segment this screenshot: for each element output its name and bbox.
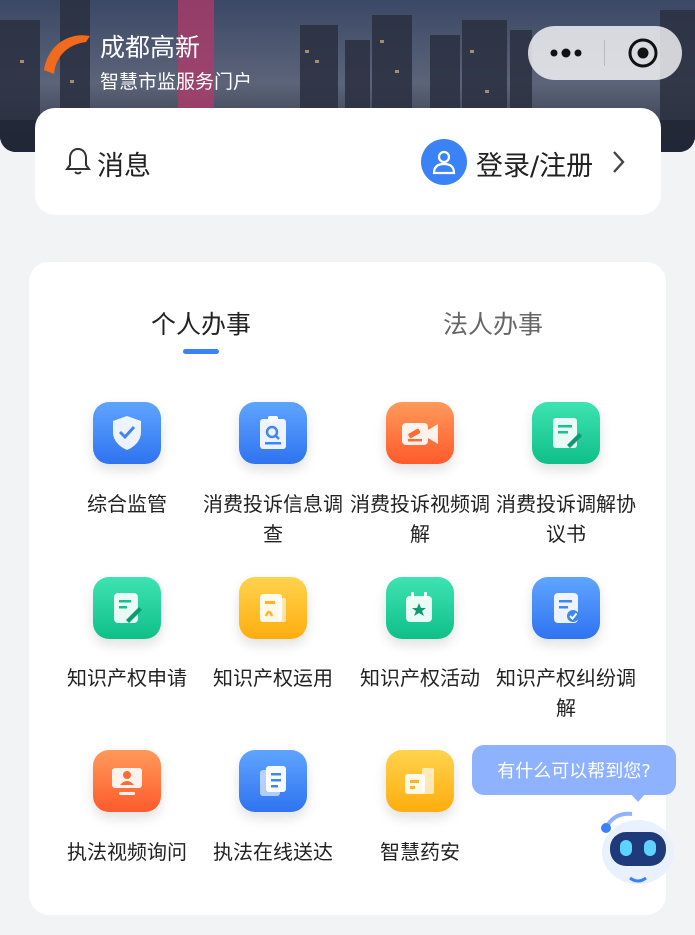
brand-name: 成都高新 xyxy=(100,33,201,62)
service-enforcement-online-delivery[interactable]: 执法在线送达 xyxy=(200,837,346,867)
active-tab-indicator xyxy=(183,349,219,354)
user-icon xyxy=(432,150,456,175)
service-smart-drug-safety[interactable]: 智慧药安 xyxy=(347,837,493,867)
patent-doc-icon[interactable] xyxy=(239,577,307,639)
more-button[interactable] xyxy=(528,26,604,80)
doc-check-icon[interactable] xyxy=(532,577,600,639)
message-link[interactable]: 消息 xyxy=(97,144,151,183)
bell-icon xyxy=(65,147,91,175)
files-icon[interactable] xyxy=(239,750,307,812)
service-enforcement-video-inquiry[interactable]: 执法视频询问 xyxy=(54,837,200,867)
miniprogram-capsule xyxy=(528,26,682,80)
tab-personal-affairs[interactable]: 个人办事 xyxy=(101,305,301,341)
close-miniprogram-button[interactable] xyxy=(605,26,681,80)
assistant-bubble[interactable]: 有什么可以帮到您? xyxy=(472,745,676,795)
bubble-tail xyxy=(630,793,646,802)
video-gavel-icon[interactable] xyxy=(386,402,454,464)
clipboard-search-icon[interactable] xyxy=(239,402,307,464)
service-complaint-info-survey[interactable]: 消费投诉信息调查 xyxy=(200,489,346,549)
edit-form-icon[interactable] xyxy=(93,577,161,639)
service-ip-utilization[interactable]: 知识产权运用 xyxy=(200,663,346,693)
chevron-right-icon[interactable] xyxy=(608,149,628,175)
service-ip-application[interactable]: 知识产权申请 xyxy=(54,663,200,693)
service-complaint-video-mediation[interactable]: 消费投诉视频调解 xyxy=(347,489,493,549)
document-sign-icon[interactable] xyxy=(532,402,600,464)
service-ip-activities[interactable]: 知识产权活动 xyxy=(347,663,493,693)
service-comprehensive-supervision[interactable]: 综合监管 xyxy=(54,489,200,519)
login-register-link[interactable]: 登录/注册 xyxy=(476,144,593,183)
robot-assistant-icon[interactable] xyxy=(592,802,688,894)
medicine-icon[interactable] xyxy=(386,750,454,812)
shield-check-icon[interactable] xyxy=(93,402,161,464)
avatar[interactable] xyxy=(421,139,467,185)
more-dots-icon xyxy=(550,48,582,58)
service-ip-dispute-mediation[interactable]: 知识产权纠纷调解 xyxy=(493,663,639,723)
tab-legal-entity-affairs[interactable]: 法人办事 xyxy=(393,305,593,341)
brand-logo-icon xyxy=(44,35,90,74)
service-complaint-mediation-agreement[interactable]: 消费投诉调解协议书 xyxy=(493,489,639,549)
target-close-icon xyxy=(628,38,658,68)
calendar-star-icon[interactable] xyxy=(386,577,454,639)
monitor-person-icon[interactable] xyxy=(93,750,161,812)
brand-subtitle: 智慧市监服务门户 xyxy=(100,71,253,93)
